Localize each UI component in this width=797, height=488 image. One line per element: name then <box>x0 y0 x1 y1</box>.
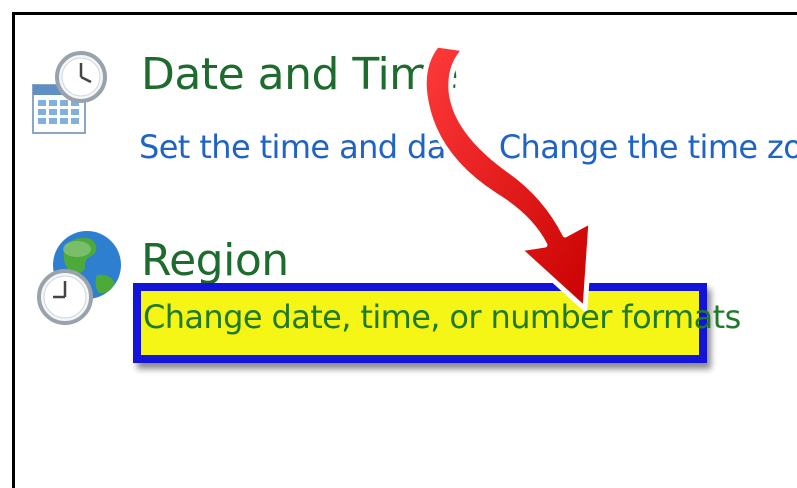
control-panel-frame: Date and Time Set the time and date Chang… <box>12 12 797 488</box>
date-time-title[interactable]: Date and Time <box>141 53 459 97</box>
globe-clock-icon[interactable] <box>35 225 125 339</box>
red-arrow-icon <box>415 35 615 319</box>
calendar-clock-icon[interactable] <box>31 39 111 143</box>
region-title[interactable]: Region <box>141 239 289 283</box>
